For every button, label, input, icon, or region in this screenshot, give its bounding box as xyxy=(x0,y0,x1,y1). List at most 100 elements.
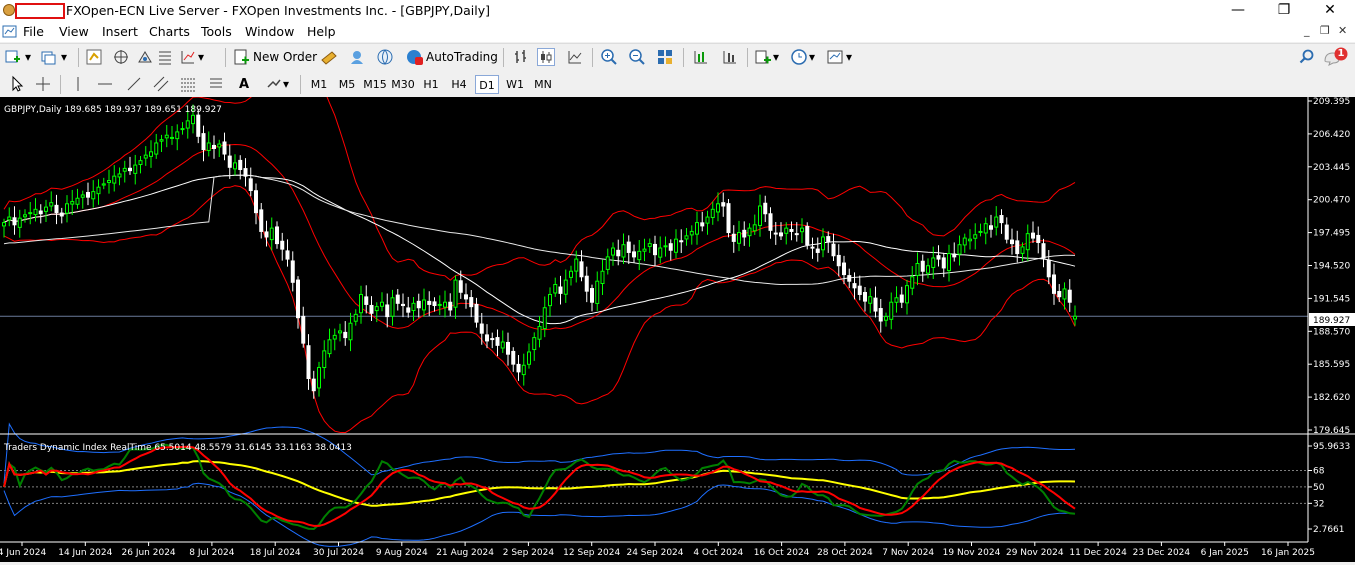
candle-body xyxy=(637,250,642,261)
terminal-icon[interactable] xyxy=(156,48,174,66)
candle-body xyxy=(910,276,915,289)
timeframe-m30[interactable]: M30 xyxy=(391,75,415,94)
close-button[interactable]: ✕ xyxy=(1307,0,1353,22)
candle-body xyxy=(401,303,405,307)
candle-body xyxy=(437,303,442,306)
candle-body xyxy=(254,190,258,214)
new-order-button[interactable]: New Order xyxy=(253,50,317,64)
tester-icon[interactable] xyxy=(179,48,197,66)
candle-body xyxy=(348,322,353,341)
data-window-icon[interactable] xyxy=(112,48,130,66)
timeframe-h1[interactable]: H1 xyxy=(419,75,443,94)
candle-body xyxy=(138,160,143,165)
title-bar: FXOpen-ECN Live Server - FXOpen Investme… xyxy=(0,0,1355,22)
search-icon[interactable] xyxy=(1298,48,1316,66)
timeframe-m5[interactable]: M5 xyxy=(335,75,359,94)
market-watch-icon[interactable] xyxy=(85,48,103,66)
candle-body xyxy=(810,246,815,249)
timeframe-m15[interactable]: M15 xyxy=(363,75,387,94)
new-order-icon[interactable] xyxy=(232,48,250,66)
vertical-line-icon[interactable] xyxy=(69,75,87,93)
menu-insert[interactable]: Insert xyxy=(102,24,138,39)
candle-body xyxy=(737,232,741,244)
chart-shift-icon[interactable] xyxy=(721,48,739,66)
chevron-down-icon[interactable]: ▾ xyxy=(24,48,32,66)
chevron-down-icon[interactable]: ▾ xyxy=(282,75,290,93)
chevron-down-icon[interactable]: ▾ xyxy=(60,48,68,66)
fibonacci-fan-icon[interactable] xyxy=(207,75,225,93)
minimize-button[interactable]: — xyxy=(1215,0,1261,22)
equidistant-channel-icon[interactable] xyxy=(152,75,170,93)
candle-body xyxy=(1025,233,1030,251)
timeframe-m1[interactable]: M1 xyxy=(307,75,331,94)
menu-file[interactable]: File xyxy=(23,24,44,39)
candle-body xyxy=(548,293,552,307)
y-tick-label: 188.570 xyxy=(1313,327,1350,337)
arrows-icon[interactable] xyxy=(264,75,282,93)
menu-help[interactable]: Help xyxy=(307,24,336,39)
market-icon[interactable] xyxy=(376,48,394,66)
timeframe-h4[interactable]: H4 xyxy=(447,75,471,94)
tile-windows-icon[interactable] xyxy=(656,48,674,66)
zoom-out-icon[interactable] xyxy=(628,48,646,66)
x-tick-label: 16 Oct 2024 xyxy=(754,548,810,558)
zoom-in-icon[interactable] xyxy=(600,48,618,66)
autotrading-icon[interactable] xyxy=(405,48,423,66)
menu-charts[interactable]: Charts xyxy=(149,24,190,39)
price-chart-svg[interactable]: 209.395 206.420 203.445 200.470 197.495 194.5… xyxy=(0,72,1355,562)
chevron-down-icon[interactable]: ▾ xyxy=(772,48,780,66)
candle-body xyxy=(180,128,185,131)
notifications-icon[interactable]: 1 xyxy=(1322,47,1350,66)
timeframe-w1[interactable]: W1 xyxy=(503,75,527,94)
bar-chart-icon[interactable] xyxy=(512,48,530,66)
candle-body xyxy=(826,236,831,242)
x-tick-label: 21 Aug 2024 xyxy=(436,548,494,558)
mdi-restore-button[interactable]: ❐ xyxy=(1320,24,1330,37)
chart-window-icon[interactable] xyxy=(2,24,17,39)
timeframe-mn[interactable]: MN xyxy=(531,75,555,94)
candle-body xyxy=(23,214,27,218)
candle-body xyxy=(17,217,22,228)
mdi-minimize-button[interactable]: _ xyxy=(1304,24,1310,37)
profiles-icon[interactable] xyxy=(40,48,58,66)
autotrading-button[interactable]: AutoTrading xyxy=(426,50,498,64)
candle-body xyxy=(395,294,400,304)
mdi-close-button[interactable]: ✕ xyxy=(1338,24,1347,37)
candle-body xyxy=(1052,274,1056,294)
periods-clock-icon[interactable] xyxy=(790,48,808,66)
chevron-down-icon[interactable]: ▾ xyxy=(808,48,816,66)
chevron-down-icon[interactable]: ▾ xyxy=(197,48,205,66)
candle-body xyxy=(632,251,636,258)
indicators-icon[interactable] xyxy=(754,48,772,66)
candle-body xyxy=(327,339,332,355)
candle-body xyxy=(527,351,531,365)
new-chart-icon[interactable] xyxy=(4,48,22,66)
fibonacci-icon[interactable] xyxy=(179,75,197,93)
candle-body xyxy=(920,260,925,272)
candle-body xyxy=(311,378,316,392)
restore-button[interactable]: ❐ xyxy=(1261,0,1307,22)
trendline-icon[interactable] xyxy=(125,75,143,93)
candle-body xyxy=(941,257,946,269)
candle-body xyxy=(710,208,715,219)
menu-view[interactable]: View xyxy=(59,24,89,39)
line-chart-icon[interactable] xyxy=(566,48,584,66)
timeframe-d1[interactable]: D1 xyxy=(475,75,499,94)
cursor-arrow-icon[interactable] xyxy=(8,75,26,93)
crosshair-icon[interactable] xyxy=(34,75,52,93)
signals-icon[interactable] xyxy=(348,48,366,66)
text-label-icon[interactable]: A xyxy=(235,75,253,93)
auto-scroll-icon[interactable] xyxy=(692,48,710,66)
candle-body xyxy=(338,330,342,334)
chevron-down-icon[interactable]: ▾ xyxy=(845,48,853,66)
y-tick-label: 194.520 xyxy=(1313,262,1350,272)
menu-window[interactable]: Window xyxy=(245,24,294,39)
candlestick-chart-icon[interactable] xyxy=(537,48,555,66)
x-tick-label: 4 Jun 2024 xyxy=(0,548,46,558)
chart-window[interactable]: 209.395 206.420 203.445 200.470 197.495 194.5… xyxy=(0,72,1355,562)
metaeditor-icon[interactable] xyxy=(320,48,338,66)
horizontal-line-icon[interactable] xyxy=(96,75,114,93)
templates-icon[interactable] xyxy=(826,48,844,66)
navigator-icon[interactable] xyxy=(136,48,154,66)
menu-tools[interactable]: Tools xyxy=(201,24,232,39)
